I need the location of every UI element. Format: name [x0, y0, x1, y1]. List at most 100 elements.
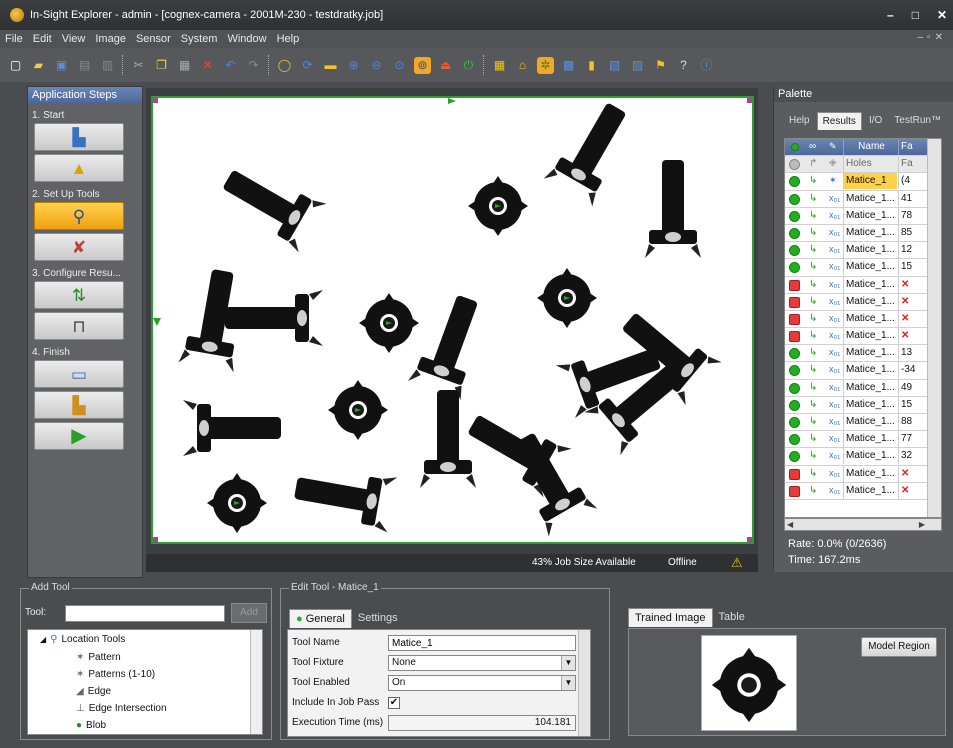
- print-preview-icon[interactable]: ▥: [99, 57, 116, 74]
- inputs-outputs-button[interactable]: ⇅: [34, 281, 124, 309]
- new-icon[interactable]: ▢: [7, 57, 24, 74]
- zoom-active-icon[interactable]: ⊚: [414, 56, 431, 74]
- redo-icon[interactable]: ↷: [245, 57, 262, 74]
- copy-icon[interactable]: ❐: [153, 57, 170, 74]
- home-icon[interactable]: ⌂: [514, 57, 531, 74]
- tool-enabled-select[interactable]: On ▼: [388, 675, 576, 691]
- tool-tree-scrollbar[interactable]: [250, 630, 262, 734]
- tree-item-edge[interactable]: ◢ Edge: [76, 684, 111, 700]
- results-row[interactable]: ↳ ✶ Matice_1 (4: [785, 173, 941, 191]
- results-row[interactable]: ↳ x₀₁ Matice_1... 88: [785, 414, 941, 432]
- menu-view[interactable]: View: [57, 33, 91, 45]
- mdi-window-controls[interactable]: –▫✕: [918, 32, 948, 43]
- power-icon[interactable]: ⏻: [460, 57, 477, 74]
- live-icon[interactable]: ◯: [276, 57, 293, 74]
- save-icon[interactable]: ▣: [53, 57, 70, 74]
- communication-button[interactable]: ⊓: [34, 312, 124, 340]
- close-button[interactable]: ✕: [937, 8, 947, 22]
- menu-help[interactable]: Help: [272, 33, 305, 45]
- tool-fixture-select[interactable]: None ▼: [388, 655, 576, 671]
- results-row[interactable]: ↳ x₀₁ Matice_1... 15: [785, 259, 941, 277]
- save-job-button[interactable]: ▙: [34, 391, 124, 419]
- menu-edit[interactable]: Edit: [28, 33, 57, 45]
- results-row[interactable]: ↳ x₀₁ Matice_1... 32: [785, 448, 941, 466]
- results-row[interactable]: ↳ x₀₁ Matice_1... 15: [785, 396, 941, 414]
- menu-file[interactable]: File: [0, 33, 28, 45]
- results-row[interactable]: ↳ x₀₁ Matice_1... 12: [785, 242, 941, 260]
- results-row[interactable]: ↳ x₀₁ Matice_1... 13: [785, 345, 941, 363]
- chevron-down-icon[interactable]: ▼: [561, 676, 575, 690]
- results-row[interactable]: ↳ x₀₁ Matice_1... ✕: [785, 293, 941, 311]
- tree-item-pattern[interactable]: ✶ Pattern: [76, 650, 121, 666]
- menu-window[interactable]: Window: [222, 33, 271, 45]
- filmstrip-icon[interactable]: ▩: [560, 57, 577, 74]
- spreadsheet-icon[interactable]: ▨: [629, 57, 646, 74]
- results-row[interactable]: ↳ x₀₁ Matice_1... ✕: [785, 310, 941, 329]
- column-name[interactable]: Name: [843, 139, 897, 155]
- add-button[interactable]: Add: [231, 603, 267, 623]
- maximize-button[interactable]: □: [912, 8, 919, 22]
- grid-icon[interactable]: ▦: [491, 57, 508, 74]
- results-row[interactable]: ↳ x₀₁ Matice_1... 41: [785, 190, 941, 208]
- results-row[interactable]: ↳ x₀₁ Matice_1... ✕: [785, 328, 941, 346]
- results-row[interactable]: ↳ x₀₁ Matice_1... 78: [785, 207, 941, 225]
- undo-icon[interactable]: ↶: [222, 57, 239, 74]
- column-fa[interactable]: Fa: [898, 139, 926, 155]
- tree-node-location-tools[interactable]: ◢ ⚲ Location Tools: [40, 632, 125, 648]
- trigger-icon[interactable]: ⏏: [437, 57, 454, 74]
- results-row[interactable]: ↳ x₀₁ Matice_1... ✕: [785, 276, 941, 294]
- results-row[interactable]: ↳ x₀₁ Matice_1... 77: [785, 431, 941, 449]
- tab-results[interactable]: Results: [816, 112, 862, 130]
- open-icon[interactable]: ▰: [30, 57, 47, 74]
- flag-icon[interactable]: ⚑: [652, 57, 669, 74]
- minimize-button[interactable]: –: [887, 8, 894, 22]
- results-row[interactable]: ↳ x₀₁ Matice_1... ✕: [785, 465, 941, 483]
- locate-part-button[interactable]: ⚲: [34, 202, 124, 230]
- results-horizontal-scrollbar[interactable]: ◀ ▶: [784, 518, 942, 531]
- tab-settings[interactable]: Settings: [352, 609, 404, 628]
- tool-search-input[interactable]: [65, 605, 225, 622]
- warning-icon[interactable]: ⚠: [731, 554, 743, 572]
- notes-icon[interactable]: ▮: [583, 57, 600, 74]
- results-vertical-scrollbar[interactable]: [927, 139, 941, 517]
- results-row[interactable]: ↳ x₀₁ Matice_1... 49: [785, 379, 941, 397]
- collapse-icon[interactable]: ◢: [40, 632, 46, 648]
- paste-icon[interactable]: ▦: [176, 57, 193, 74]
- tree-item-blob[interactable]: ● Blob: [76, 718, 106, 734]
- camera-image[interactable]: [151, 96, 754, 544]
- menu-sensor[interactable]: Sensor: [131, 33, 176, 45]
- tab-trained-image[interactable]: Trained Image: [628, 608, 713, 627]
- results-row[interactable]: ↳ x₀₁ Matice_1... 85: [785, 224, 941, 243]
- results-row[interactable]: ↳ x₀₁ Matice_1... ✕: [785, 482, 941, 500]
- zoom-fit-icon[interactable]: ⊙: [391, 57, 408, 74]
- tab-table[interactable]: Table: [713, 608, 751, 627]
- graphics-icon[interactable]: ✲: [537, 56, 554, 74]
- online-icon[interactable]: ⟳: [299, 57, 316, 74]
- zoom-in-icon[interactable]: ⊕: [345, 57, 362, 74]
- help-icon[interactable]: ?: [675, 57, 692, 74]
- delete-icon[interactable]: ✕: [199, 57, 216, 74]
- tree-item-patterns[interactable]: ✶ Patterns (1-10): [76, 667, 155, 683]
- tab-io[interactable]: I/O: [864, 112, 887, 130]
- camera-connect-button[interactable]: ▙: [34, 123, 124, 151]
- tab-help[interactable]: Help: [784, 112, 815, 130]
- tab-general[interactable]: ● General: [289, 609, 352, 628]
- tab-testrun[interactable]: TestRun™: [889, 112, 946, 130]
- info-icon[interactable]: ⓘ: [698, 57, 715, 74]
- print-icon[interactable]: ▤: [76, 57, 93, 74]
- zoom-out-icon[interactable]: ⊖: [368, 57, 385, 74]
- scroll-left-icon[interactable]: ◀: [787, 520, 793, 529]
- tool-name-field[interactable]: [388, 635, 576, 651]
- results-row[interactable]: ↳ x₀₁ Matice_1... -34: [785, 362, 941, 380]
- menu-image[interactable]: Image: [90, 33, 131, 45]
- model-region-button[interactable]: Model Region: [861, 637, 937, 657]
- set-up-image-button[interactable]: ▲: [34, 154, 124, 182]
- menu-system[interactable]: System: [176, 33, 223, 45]
- run-job-button[interactable]: ▶: [34, 422, 124, 450]
- filmstrip-button[interactable]: ▭: [34, 360, 124, 388]
- cut-icon[interactable]: ✂: [130, 57, 147, 74]
- tree-item-edge-intersection[interactable]: ⊥ Edge Intersection: [76, 701, 167, 717]
- camera-icon[interactable]: ▬: [322, 57, 339, 74]
- chevron-down-icon[interactable]: ▼: [561, 656, 575, 670]
- inspect-part-button[interactable]: ✘: [34, 233, 124, 261]
